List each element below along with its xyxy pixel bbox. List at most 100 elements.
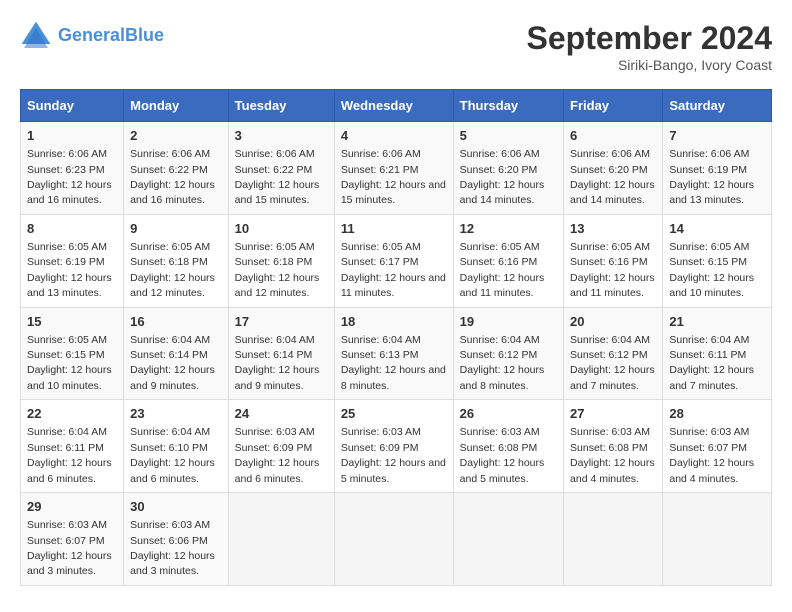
calendar-cell [564, 493, 663, 586]
day-number: 5 [460, 127, 557, 145]
day-number: 18 [341, 313, 447, 331]
cell-info: Sunrise: 6:05 AMSunset: 6:17 PMDaylight:… [341, 241, 446, 299]
header-friday: Friday [564, 90, 663, 122]
calendar-cell: 13 Sunrise: 6:05 AMSunset: 6:16 PMDaylig… [564, 214, 663, 307]
day-number: 7 [669, 127, 765, 145]
cell-info: Sunrise: 6:05 AMSunset: 6:16 PMDaylight:… [570, 241, 655, 299]
calendar-cell [453, 493, 563, 586]
calendar-cell: 27 Sunrise: 6:03 AMSunset: 6:08 PMDaylig… [564, 400, 663, 493]
day-number: 2 [130, 127, 222, 145]
week-row-0: 1 Sunrise: 6:06 AMSunset: 6:23 PMDayligh… [21, 122, 772, 215]
week-row-3: 22 Sunrise: 6:04 AMSunset: 6:11 PMDaylig… [21, 400, 772, 493]
cell-info: Sunrise: 6:04 AMSunset: 6:12 PMDaylight:… [460, 334, 545, 392]
calendar-cell: 19 Sunrise: 6:04 AMSunset: 6:12 PMDaylig… [453, 307, 563, 400]
day-number: 20 [570, 313, 656, 331]
logo-line2: Blue [125, 25, 164, 45]
cell-info: Sunrise: 6:03 AMSunset: 6:07 PMDaylight:… [669, 426, 754, 484]
cell-info: Sunrise: 6:05 AMSunset: 6:19 PMDaylight:… [27, 241, 112, 299]
calendar-cell [663, 493, 772, 586]
cell-info: Sunrise: 6:03 AMSunset: 6:07 PMDaylight:… [27, 519, 112, 577]
day-number: 10 [235, 220, 328, 238]
calendar-table: SundayMondayTuesdayWednesdayThursdayFrid… [20, 89, 772, 586]
logo: GeneralBlue [20, 20, 164, 52]
calendar-cell: 18 Sunrise: 6:04 AMSunset: 6:13 PMDaylig… [334, 307, 453, 400]
day-number: 9 [130, 220, 222, 238]
day-number: 14 [669, 220, 765, 238]
cell-info: Sunrise: 6:06 AMSunset: 6:20 PMDaylight:… [460, 148, 545, 206]
logo-line1: General [58, 25, 125, 45]
cell-info: Sunrise: 6:05 AMSunset: 6:16 PMDaylight:… [460, 241, 545, 299]
calendar-cell: 20 Sunrise: 6:04 AMSunset: 6:12 PMDaylig… [564, 307, 663, 400]
calendar-cell: 3 Sunrise: 6:06 AMSunset: 6:22 PMDayligh… [228, 122, 334, 215]
cell-info: Sunrise: 6:06 AMSunset: 6:19 PMDaylight:… [669, 148, 754, 206]
day-number: 8 [27, 220, 117, 238]
week-row-1: 8 Sunrise: 6:05 AMSunset: 6:19 PMDayligh… [21, 214, 772, 307]
cell-info: Sunrise: 6:03 AMSunset: 6:08 PMDaylight:… [460, 426, 545, 484]
cell-info: Sunrise: 6:03 AMSunset: 6:09 PMDaylight:… [235, 426, 320, 484]
day-number: 19 [460, 313, 557, 331]
header-thursday: Thursday [453, 90, 563, 122]
cell-info: Sunrise: 6:03 AMSunset: 6:09 PMDaylight:… [341, 426, 446, 484]
calendar-cell: 24 Sunrise: 6:03 AMSunset: 6:09 PMDaylig… [228, 400, 334, 493]
cell-info: Sunrise: 6:04 AMSunset: 6:11 PMDaylight:… [27, 426, 112, 484]
day-number: 22 [27, 405, 117, 423]
calendar-cell: 11 Sunrise: 6:05 AMSunset: 6:17 PMDaylig… [334, 214, 453, 307]
calendar-cell: 10 Sunrise: 6:05 AMSunset: 6:18 PMDaylig… [228, 214, 334, 307]
logo-text: GeneralBlue [58, 25, 164, 47]
cell-info: Sunrise: 6:05 AMSunset: 6:15 PMDaylight:… [27, 334, 112, 392]
cell-info: Sunrise: 6:05 AMSunset: 6:18 PMDaylight:… [235, 241, 320, 299]
calendar-cell: 7 Sunrise: 6:06 AMSunset: 6:19 PMDayligh… [663, 122, 772, 215]
day-number: 25 [341, 405, 447, 423]
calendar-cell: 23 Sunrise: 6:04 AMSunset: 6:10 PMDaylig… [124, 400, 229, 493]
calendar-cell: 22 Sunrise: 6:04 AMSunset: 6:11 PMDaylig… [21, 400, 124, 493]
day-number: 11 [341, 220, 447, 238]
day-number: 3 [235, 127, 328, 145]
day-number: 23 [130, 405, 222, 423]
calendar-cell [334, 493, 453, 586]
calendar-cell: 25 Sunrise: 6:03 AMSunset: 6:09 PMDaylig… [334, 400, 453, 493]
calendar-cell: 16 Sunrise: 6:04 AMSunset: 6:14 PMDaylig… [124, 307, 229, 400]
day-number: 26 [460, 405, 557, 423]
day-number: 27 [570, 405, 656, 423]
header-tuesday: Tuesday [228, 90, 334, 122]
calendar-cell: 14 Sunrise: 6:05 AMSunset: 6:15 PMDaylig… [663, 214, 772, 307]
day-number: 15 [27, 313, 117, 331]
header-saturday: Saturday [663, 90, 772, 122]
calendar-cell: 6 Sunrise: 6:06 AMSunset: 6:20 PMDayligh… [564, 122, 663, 215]
cell-info: Sunrise: 6:04 AMSunset: 6:14 PMDaylight:… [235, 334, 320, 392]
cell-info: Sunrise: 6:06 AMSunset: 6:22 PMDaylight:… [235, 148, 320, 206]
calendar-cell [228, 493, 334, 586]
day-number: 6 [570, 127, 656, 145]
calendar-cell: 2 Sunrise: 6:06 AMSunset: 6:22 PMDayligh… [124, 122, 229, 215]
day-number: 28 [669, 405, 765, 423]
header-monday: Monday [124, 90, 229, 122]
cell-info: Sunrise: 6:06 AMSunset: 6:20 PMDaylight:… [570, 148, 655, 206]
day-number: 4 [341, 127, 447, 145]
calendar-cell: 12 Sunrise: 6:05 AMSunset: 6:16 PMDaylig… [453, 214, 563, 307]
calendar-cell: 26 Sunrise: 6:03 AMSunset: 6:08 PMDaylig… [453, 400, 563, 493]
cell-info: Sunrise: 6:05 AMSunset: 6:18 PMDaylight:… [130, 241, 215, 299]
day-number: 12 [460, 220, 557, 238]
page-subtitle: Siriki-Bango, Ivory Coast [527, 57, 772, 73]
header-sunday: Sunday [21, 90, 124, 122]
calendar-cell: 29 Sunrise: 6:03 AMSunset: 6:07 PMDaylig… [21, 493, 124, 586]
day-number: 30 [130, 498, 222, 516]
page-header: GeneralBlue September 2024 Siriki-Bango,… [20, 20, 772, 73]
cell-info: Sunrise: 6:06 AMSunset: 6:22 PMDaylight:… [130, 148, 215, 206]
cell-info: Sunrise: 6:04 AMSunset: 6:11 PMDaylight:… [669, 334, 754, 392]
title-block: September 2024 Siriki-Bango, Ivory Coast [527, 20, 772, 73]
cell-info: Sunrise: 6:04 AMSunset: 6:13 PMDaylight:… [341, 334, 446, 392]
header-row: SundayMondayTuesdayWednesdayThursdayFrid… [21, 90, 772, 122]
logo-icon [20, 20, 52, 52]
cell-info: Sunrise: 6:03 AMSunset: 6:06 PMDaylight:… [130, 519, 215, 577]
calendar-cell: 17 Sunrise: 6:04 AMSunset: 6:14 PMDaylig… [228, 307, 334, 400]
calendar-cell: 5 Sunrise: 6:06 AMSunset: 6:20 PMDayligh… [453, 122, 563, 215]
cell-info: Sunrise: 6:06 AMSunset: 6:23 PMDaylight:… [27, 148, 112, 206]
cell-info: Sunrise: 6:03 AMSunset: 6:08 PMDaylight:… [570, 426, 655, 484]
calendar-cell: 8 Sunrise: 6:05 AMSunset: 6:19 PMDayligh… [21, 214, 124, 307]
cell-info: Sunrise: 6:04 AMSunset: 6:14 PMDaylight:… [130, 334, 215, 392]
cell-info: Sunrise: 6:06 AMSunset: 6:21 PMDaylight:… [341, 148, 446, 206]
calendar-cell: 1 Sunrise: 6:06 AMSunset: 6:23 PMDayligh… [21, 122, 124, 215]
calendar-cell: 30 Sunrise: 6:03 AMSunset: 6:06 PMDaylig… [124, 493, 229, 586]
day-number: 24 [235, 405, 328, 423]
